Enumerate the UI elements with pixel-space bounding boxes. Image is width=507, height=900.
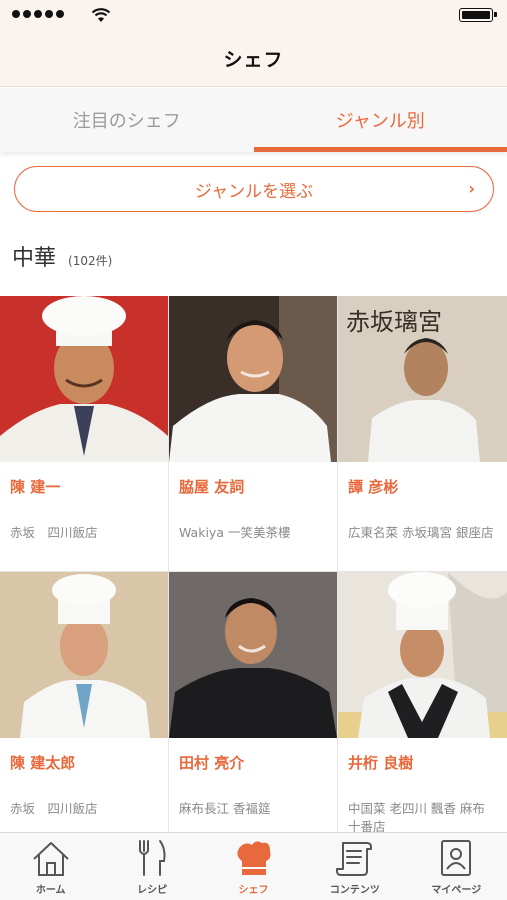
chef-name: 陳 建太郎 [10, 754, 76, 772]
chef-name: 脇屋 友詞 [179, 478, 245, 496]
restaurant-sign-text: 赤坂璃宮 [346, 308, 442, 336]
tab-recipes-label: レシピ [137, 885, 168, 896]
tab-chefs[interactable]: シェフ [203, 833, 304, 900]
segment-tabs: 注目のシェフ ジャンル別 [0, 88, 507, 152]
tab-featured-chefs[interactable]: 注目のシェフ [0, 88, 254, 152]
chef-name: 陳 建一 [10, 478, 61, 496]
chef-card[interactable]: 井桁 良樹 中国菜 老四川 飄香 麻布十番店 [338, 572, 507, 847]
restaurant-name: 赤坂 四川飯店 [10, 801, 98, 816]
chef-name: 田村 亮介 [179, 754, 245, 772]
wifi-icon [91, 8, 111, 22]
tab-by-genre[interactable]: ジャンル別 [253, 88, 507, 152]
tab-recipes[interactable]: レシピ [101, 833, 202, 900]
restaurant-name: 中国菜 老四川 飄香 麻布十番店 [348, 801, 485, 834]
tab-chefs-label: シェフ [238, 885, 269, 896]
select-genre-label: ジャンルを選ぶ [194, 181, 314, 202]
chef-card[interactable]: 田村 亮介 麻布長江 香福筵 [169, 572, 337, 847]
tab-mypage[interactable]: マイページ [406, 833, 507, 900]
restaurant-name: 赤坂 四川飯店 [10, 525, 98, 540]
tab-home[interactable]: ホーム [0, 833, 101, 900]
tab-contents[interactable]: コンテンツ [304, 833, 405, 900]
restaurant-name: 麻布長江 香福筵 [179, 801, 271, 816]
restaurant-name: Wakiya 一笑美茶樓 [179, 525, 291, 540]
chef-photo [0, 296, 168, 462]
tab-contents-label: コンテンツ [329, 885, 380, 896]
chef-name: 譚 彦彬 [348, 478, 399, 496]
section-title: 中華 [12, 246, 57, 271]
page-title: シェフ [223, 48, 284, 71]
signal-strength-icon [12, 10, 64, 18]
status-bar [0, 0, 507, 30]
fork-knife-icon [139, 840, 166, 876]
chef-photo [169, 572, 337, 738]
home-icon [33, 842, 69, 876]
bottom-tab-bar: ホーム レシピ シェフ コンテンツ マイページ [0, 832, 507, 900]
restaurant-name: 広東名菜 赤坂璃宮 銀座店 [348, 525, 494, 540]
chef-name: 井桁 良樹 [348, 754, 414, 772]
profile-card-icon [441, 840, 472, 876]
tab-mypage-label: マイページ [431, 885, 482, 896]
tab-home-label: ホーム [35, 885, 66, 896]
chef-photo [0, 572, 168, 738]
select-genre-button[interactable]: ジャンルを選ぶ › [14, 166, 494, 212]
scroll-icon [335, 842, 372, 876]
chevron-right-icon: › [468, 179, 475, 198]
chef-card[interactable]: 陳 建一 赤坂 四川飯店 [0, 296, 168, 571]
chef-photo: 赤坂璃宮 [338, 296, 507, 462]
chef-card[interactable]: 赤坂璃宮 譚 彦彬 広東名菜 赤坂璃宮 銀座店 [338, 296, 507, 571]
chef-card[interactable]: 脇屋 友詞 Wakiya 一笑美茶樓 [169, 296, 337, 571]
chef-photo [338, 572, 507, 738]
chef-grid: 陳 建一 赤坂 四川飯店 脇屋 友詞 Wakiya 一笑美茶樓 赤坂璃宮 譚 彦… [0, 296, 507, 847]
result-count: (102件) [68, 254, 113, 268]
chef-photo [169, 296, 337, 462]
chef-hat-icon [236, 841, 271, 875]
navigation-bar: シェフ [0, 30, 507, 87]
battery-icon [459, 8, 497, 22]
chef-card[interactable]: 陳 建太郎 赤坂 四川飯店 [0, 572, 168, 847]
section-header: 中華 (102件) [12, 240, 112, 272]
